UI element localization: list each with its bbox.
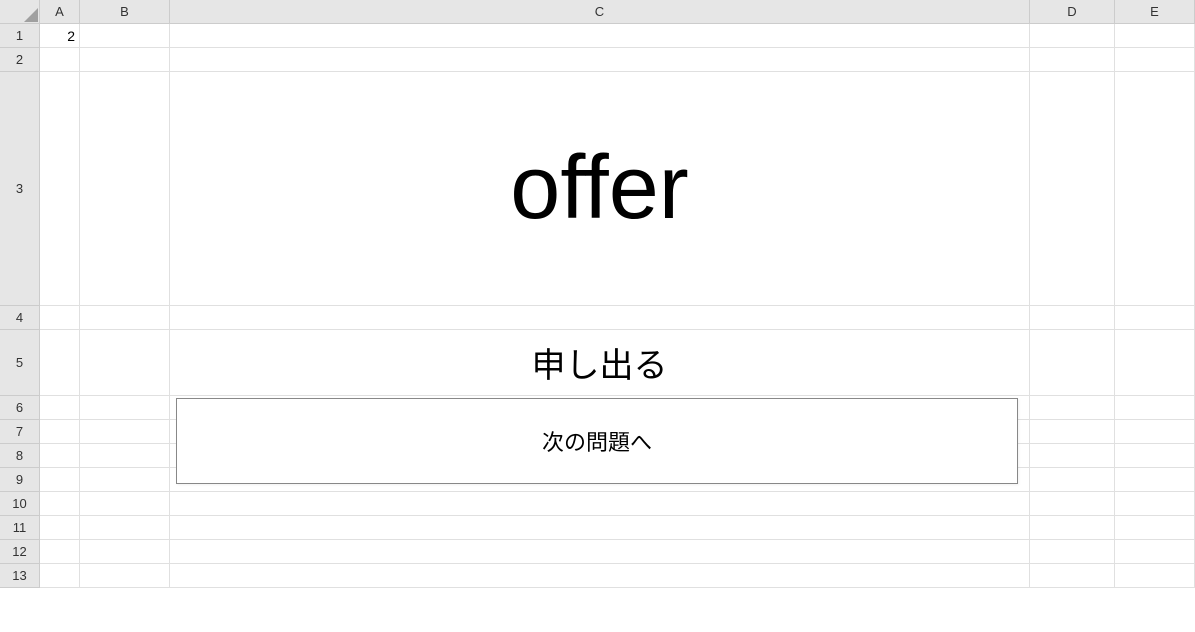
cell-C5[interactable]: 申し出る — [170, 330, 1030, 396]
cell-B5[interactable] — [80, 330, 170, 396]
col-header-E[interactable]: E — [1115, 0, 1195, 24]
cell-E7[interactable] — [1115, 420, 1195, 444]
row-header-12[interactable]: 12 — [0, 540, 40, 564]
cell-E6[interactable] — [1115, 396, 1195, 420]
cell-D9[interactable] — [1030, 468, 1115, 492]
word-english: offer — [510, 137, 688, 240]
cell-E3[interactable] — [1115, 72, 1195, 306]
cell-B13[interactable] — [80, 564, 170, 588]
cell-E2[interactable] — [1115, 48, 1195, 72]
next-question-button[interactable]: 次の問題へ — [176, 398, 1018, 484]
cell-E12[interactable] — [1115, 540, 1195, 564]
cell-D12[interactable] — [1030, 540, 1115, 564]
cell-D4[interactable] — [1030, 306, 1115, 330]
col-header-B[interactable]: B — [80, 0, 170, 24]
row-header-10[interactable]: 10 — [0, 492, 40, 516]
row-header-8[interactable]: 8 — [0, 444, 40, 468]
cell-B9[interactable] — [80, 468, 170, 492]
cell-E8[interactable] — [1115, 444, 1195, 468]
cell-A13[interactable] — [40, 564, 80, 588]
cell-A9[interactable] — [40, 468, 80, 492]
next-question-label: 次の問題へ — [542, 425, 652, 457]
cell-B4[interactable] — [80, 306, 170, 330]
cell-B3[interactable] — [80, 72, 170, 306]
cell-C3[interactable]: offer — [170, 72, 1030, 306]
cell-A10[interactable] — [40, 492, 80, 516]
cell-B6[interactable] — [80, 396, 170, 420]
cell-C11[interactable] — [170, 516, 1030, 540]
cell-A6[interactable] — [40, 396, 80, 420]
cell-D2[interactable] — [1030, 48, 1115, 72]
row-header-3[interactable]: 3 — [0, 72, 40, 306]
col-header-D[interactable]: D — [1030, 0, 1115, 24]
cell-A2[interactable] — [40, 48, 80, 72]
cell-D1[interactable] — [1030, 24, 1115, 48]
cell-C1[interactable] — [170, 24, 1030, 48]
cell-B12[interactable] — [80, 540, 170, 564]
cell-D6[interactable] — [1030, 396, 1115, 420]
cell-E13[interactable] — [1115, 564, 1195, 588]
cell-A12[interactable] — [40, 540, 80, 564]
cell-E5[interactable] — [1115, 330, 1195, 396]
cell-C4[interactable] — [170, 306, 1030, 330]
cell-E9[interactable] — [1115, 468, 1195, 492]
cell-D11[interactable] — [1030, 516, 1115, 540]
row-header-9[interactable]: 9 — [0, 468, 40, 492]
cell-E10[interactable] — [1115, 492, 1195, 516]
cell-D7[interactable] — [1030, 420, 1115, 444]
row-header-11[interactable]: 11 — [0, 516, 40, 540]
cell-D10[interactable] — [1030, 492, 1115, 516]
cell-B7[interactable] — [80, 420, 170, 444]
row-header-6[interactable]: 6 — [0, 396, 40, 420]
cell-A1[interactable]: 2 — [40, 24, 80, 48]
word-japanese: 申し出る — [532, 338, 668, 387]
cell-A7[interactable] — [40, 420, 80, 444]
cell-B2[interactable] — [80, 48, 170, 72]
cell-C13[interactable] — [170, 564, 1030, 588]
row-header-13[interactable]: 13 — [0, 564, 40, 588]
cell-A3[interactable] — [40, 72, 80, 306]
cell-D8[interactable] — [1030, 444, 1115, 468]
row-header-1[interactable]: 1 — [0, 24, 40, 48]
spreadsheet-grid: A B C D E 1 2 2 3 offer 4 5 申し出る 6 7 8 — [0, 0, 1195, 588]
col-header-A[interactable]: A — [40, 0, 80, 24]
cell-A11[interactable] — [40, 516, 80, 540]
cell-A5[interactable] — [40, 330, 80, 396]
cell-B1[interactable] — [80, 24, 170, 48]
cell-C12[interactable] — [170, 540, 1030, 564]
cell-B11[interactable] — [80, 516, 170, 540]
row-header-4[interactable]: 4 — [0, 306, 40, 330]
cell-E4[interactable] — [1115, 306, 1195, 330]
cell-C10[interactable] — [170, 492, 1030, 516]
cell-E1[interactable] — [1115, 24, 1195, 48]
cell-B10[interactable] — [80, 492, 170, 516]
row-header-5[interactable]: 5 — [0, 330, 40, 396]
row-header-7[interactable]: 7 — [0, 420, 40, 444]
cell-D13[interactable] — [1030, 564, 1115, 588]
cell-D3[interactable] — [1030, 72, 1115, 306]
cell-B8[interactable] — [80, 444, 170, 468]
cell-D5[interactable] — [1030, 330, 1115, 396]
col-header-C[interactable]: C — [170, 0, 1030, 24]
cell-A4[interactable] — [40, 306, 80, 330]
cell-E11[interactable] — [1115, 516, 1195, 540]
select-all-corner[interactable] — [0, 0, 40, 24]
cell-C2[interactable] — [170, 48, 1030, 72]
row-header-2[interactable]: 2 — [0, 48, 40, 72]
cell-A8[interactable] — [40, 444, 80, 468]
